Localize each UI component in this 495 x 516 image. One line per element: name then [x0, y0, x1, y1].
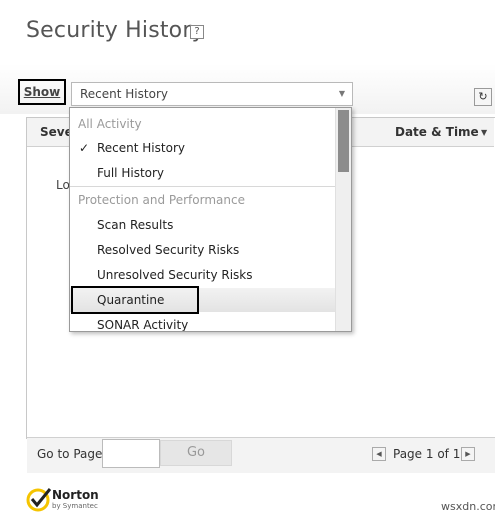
- quarantine-callout-box: [71, 286, 199, 314]
- dropdown-group-all-activity: All Activity: [78, 117, 142, 131]
- option-scan-results[interactable]: Scan Results: [70, 213, 335, 237]
- refresh-icon[interactable]: ↻: [474, 88, 492, 106]
- option-resolved-risks[interactable]: Resolved Security Risks: [70, 238, 335, 262]
- dropdown-group-protection: Protection and Performance: [78, 193, 245, 207]
- column-header-date-time[interactable]: Date & Time: [395, 125, 479, 139]
- column-header-severity[interactable]: Seve: [40, 125, 73, 139]
- option-recent-history[interactable]: ✓ Recent History: [70, 136, 335, 160]
- option-full-history[interactable]: Full History: [70, 161, 335, 185]
- option-label: Recent History: [97, 141, 185, 155]
- dropdown-separator: [70, 186, 335, 187]
- brand-name: Norton: [52, 488, 99, 502]
- help-icon[interactable]: ?: [190, 25, 204, 39]
- checkmark-icon: ✓: [79, 141, 90, 155]
- option-label: SONAR Activity: [97, 318, 189, 332]
- history-filter-value: Recent History: [80, 87, 168, 101]
- option-unresolved-risks[interactable]: Unresolved Security Risks: [70, 263, 335, 287]
- page-title: Security History: [26, 18, 205, 43]
- option-label: Full History: [97, 166, 165, 180]
- dropdown-scrollbar[interactable]: [335, 108, 351, 331]
- history-filter-select[interactable]: Recent History ▼: [71, 82, 353, 106]
- watermark: wsxdn.com: [441, 500, 495, 513]
- page-indicator: Page 1 of 1: [393, 447, 461, 461]
- go-button[interactable]: Go: [160, 440, 232, 466]
- loading-text: Lo: [56, 178, 70, 192]
- option-sonar-activity[interactable]: SONAR Activity: [70, 313, 335, 332]
- brand-sub: by Symantec: [52, 502, 98, 510]
- show-label: Show: [18, 79, 66, 105]
- next-page-icon[interactable]: ▶: [461, 447, 475, 461]
- option-label: Scan Results: [97, 218, 174, 232]
- page-number-input[interactable]: [102, 439, 160, 468]
- scrollbar-thumb[interactable]: [338, 110, 349, 172]
- go-to-page-label: Go to Page:: [37, 447, 107, 461]
- option-label: Unresolved Security Risks: [97, 268, 253, 282]
- sort-icon[interactable]: ▼: [481, 128, 487, 137]
- chevron-down-icon: ▼: [338, 89, 345, 98]
- option-label: Resolved Security Risks: [97, 243, 240, 257]
- prev-page-icon[interactable]: ◀: [372, 447, 386, 461]
